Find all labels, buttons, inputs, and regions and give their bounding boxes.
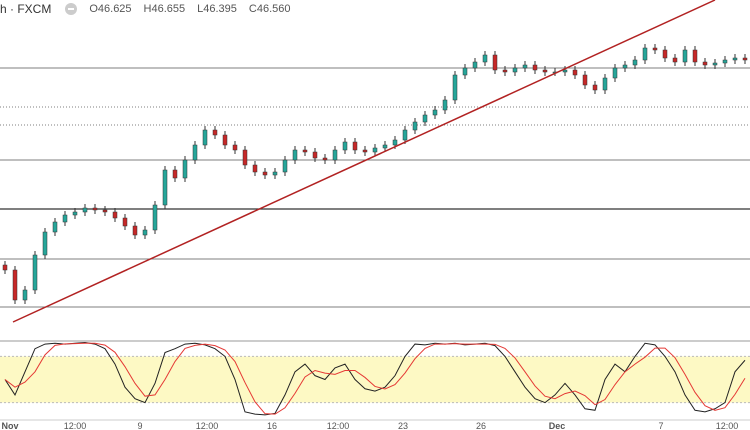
candle-body xyxy=(242,149,248,166)
candle-body xyxy=(142,229,148,236)
candle-body xyxy=(512,67,518,73)
candle-body xyxy=(492,54,498,71)
candle-body xyxy=(642,47,648,61)
candle-body xyxy=(382,144,388,149)
high-value: H46.655 xyxy=(143,3,186,15)
candle-body xyxy=(262,171,268,176)
candle-body xyxy=(182,159,188,179)
candle-body xyxy=(632,59,638,66)
candle-body xyxy=(692,49,698,63)
candle-body xyxy=(672,57,678,63)
candle-body xyxy=(542,69,548,73)
candle-body xyxy=(22,289,28,301)
candle-body xyxy=(532,64,538,71)
candle-body xyxy=(192,144,198,161)
candle-body xyxy=(32,254,38,291)
close-value: C46.560 xyxy=(248,3,291,15)
candle-body xyxy=(202,129,208,146)
low-value: L46.395 xyxy=(197,3,237,15)
candle-body xyxy=(52,221,58,233)
candle-body xyxy=(212,129,218,136)
candle-body xyxy=(222,134,228,146)
x-tick-label: 9 xyxy=(137,421,142,430)
candle-body xyxy=(2,264,8,271)
candle-body xyxy=(122,217,128,227)
candle-body xyxy=(682,49,688,63)
chart-container[interactable]: h · FXCM O46.625 H46.655 L46.395 C46.560… xyxy=(0,0,750,430)
candle-body xyxy=(432,109,438,116)
candle-body xyxy=(732,57,738,61)
candle-body xyxy=(402,129,408,141)
candle-body xyxy=(132,225,138,236)
candle-body xyxy=(462,67,468,76)
candle-body xyxy=(582,74,588,86)
candle-body xyxy=(112,211,118,219)
x-tick-label: Dec xyxy=(549,421,566,430)
candle-body xyxy=(322,157,328,161)
candle-body xyxy=(72,211,78,216)
candle-body xyxy=(702,61,708,66)
candle-body xyxy=(282,159,288,173)
candle-body xyxy=(152,204,158,231)
candle-body xyxy=(612,67,618,79)
x-tick-label: 12:00 xyxy=(327,421,350,430)
candle-body xyxy=(302,149,308,153)
candle-body xyxy=(482,54,488,63)
candle-body xyxy=(712,62,718,66)
candle-body xyxy=(392,139,398,146)
trendline xyxy=(12,0,716,323)
candle-body xyxy=(522,64,528,69)
x-tick-label: 12:00 xyxy=(64,421,87,430)
candle-body xyxy=(452,74,458,101)
candle-body xyxy=(372,147,378,153)
candle-body xyxy=(162,169,168,206)
candle-body xyxy=(502,69,508,73)
candle-body xyxy=(252,164,258,173)
candle-body xyxy=(342,141,348,151)
candle-body xyxy=(172,169,178,179)
candle-body xyxy=(622,64,628,69)
open-value: O46.625 xyxy=(89,3,132,15)
chart-legend: h · FXCM O46.625 H46.655 L46.395 C46.560 xyxy=(0,2,291,16)
candle-body xyxy=(12,269,18,301)
x-tick-label: 12:00 xyxy=(196,421,219,430)
stochastic-band xyxy=(0,356,750,403)
symbol-label: h · FXCM xyxy=(0,2,52,16)
candle-body xyxy=(472,61,478,69)
x-tick-label: 12:00 xyxy=(716,421,739,430)
x-tick-label: 23 xyxy=(398,421,408,430)
candle-body xyxy=(92,207,98,211)
x-tick-label: 7 xyxy=(658,421,663,430)
candle-body xyxy=(42,231,48,256)
candle-body xyxy=(292,149,298,161)
candle-body xyxy=(742,57,748,61)
candle-body xyxy=(602,77,608,91)
x-tick-label: 16 xyxy=(267,421,277,430)
candle-body xyxy=(352,141,358,151)
candle-body xyxy=(572,69,578,76)
x-tick-label: Nov xyxy=(1,421,18,430)
candle-body xyxy=(722,59,728,64)
candle-body xyxy=(62,214,68,223)
candle-body xyxy=(272,171,278,176)
candle-body xyxy=(652,47,658,51)
candle-body xyxy=(592,84,598,91)
candle-body xyxy=(82,207,88,213)
collapse-icon[interactable] xyxy=(65,3,78,15)
candle-body xyxy=(232,144,238,151)
candle-body xyxy=(102,209,108,213)
x-tick-label: 26 xyxy=(476,421,486,430)
candle-body xyxy=(662,49,668,59)
candle-body xyxy=(422,114,428,123)
candle-body xyxy=(412,121,418,131)
candle-body xyxy=(312,151,318,159)
candle-body xyxy=(562,69,568,73)
candle-body xyxy=(442,99,448,111)
candle-body xyxy=(332,149,338,161)
candle-body xyxy=(362,149,368,153)
price-chart[interactable]: Nov 12:00 9 12:00 16 12:00 23 26 Dec 7 12:00 xyxy=(0,0,750,430)
